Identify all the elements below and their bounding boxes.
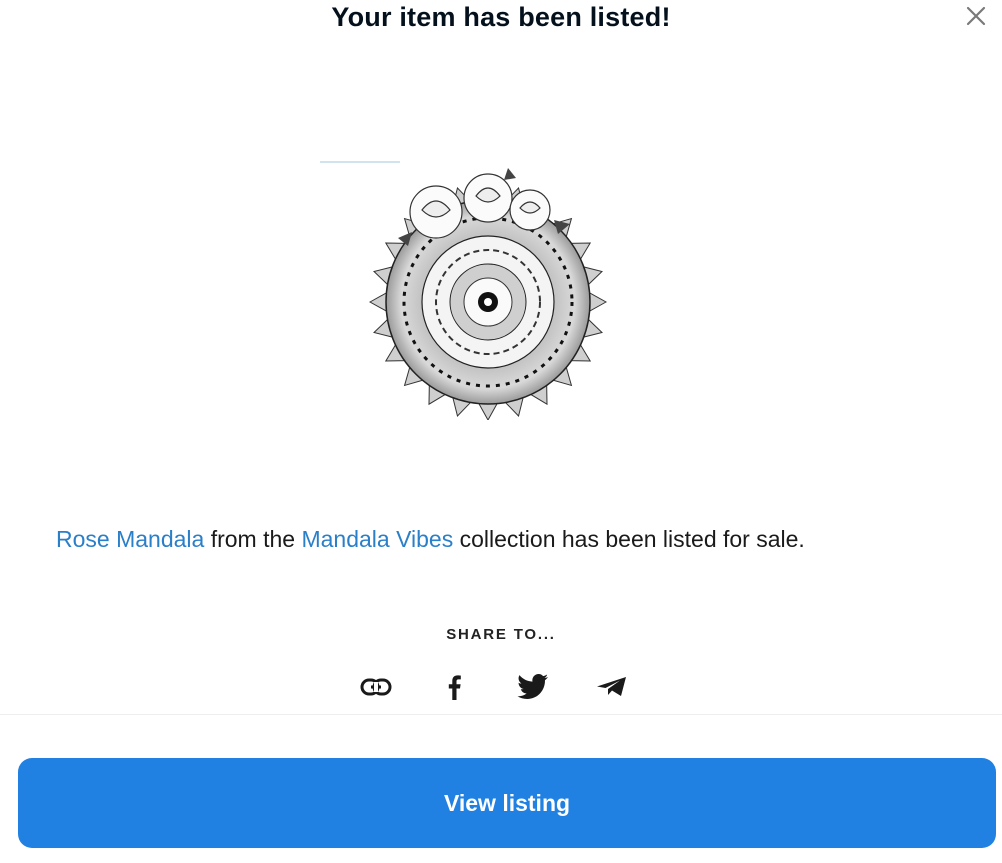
close-button[interactable] — [962, 4, 990, 32]
share-copy-link-button[interactable] — [357, 668, 395, 706]
message-from-text: from the — [210, 526, 296, 552]
modal-title: Your item has been listed! — [331, 2, 671, 32]
twitter-icon — [517, 674, 549, 700]
item-name-link[interactable]: Rose Mandala — [56, 526, 204, 552]
listing-message: Rose Mandala from the Mandala Vibes coll… — [0, 522, 1002, 556]
listing-success-modal: Your item has been listed! Rose Mandala … — [0, 0, 1002, 863]
rose-mandala-image — [320, 161, 608, 420]
share-telegram-button[interactable] — [593, 668, 631, 706]
facebook-icon — [446, 674, 462, 700]
link-icon — [360, 677, 392, 697]
close-icon — [964, 4, 988, 33]
share-twitter-button[interactable] — [514, 668, 552, 706]
message-suffix-text: collection has been listed for sale. — [459, 526, 805, 552]
share-facebook-button[interactable] — [435, 668, 473, 706]
footer-divider — [0, 714, 1002, 715]
view-listing-button[interactable]: View listing — [18, 758, 996, 848]
collection-link[interactable]: Mandala Vibes — [301, 526, 453, 552]
item-artwork — [318, 150, 658, 420]
share-label: SHARE TO... — [446, 626, 556, 643]
telegram-icon — [596, 676, 628, 698]
share-options — [357, 668, 637, 706]
